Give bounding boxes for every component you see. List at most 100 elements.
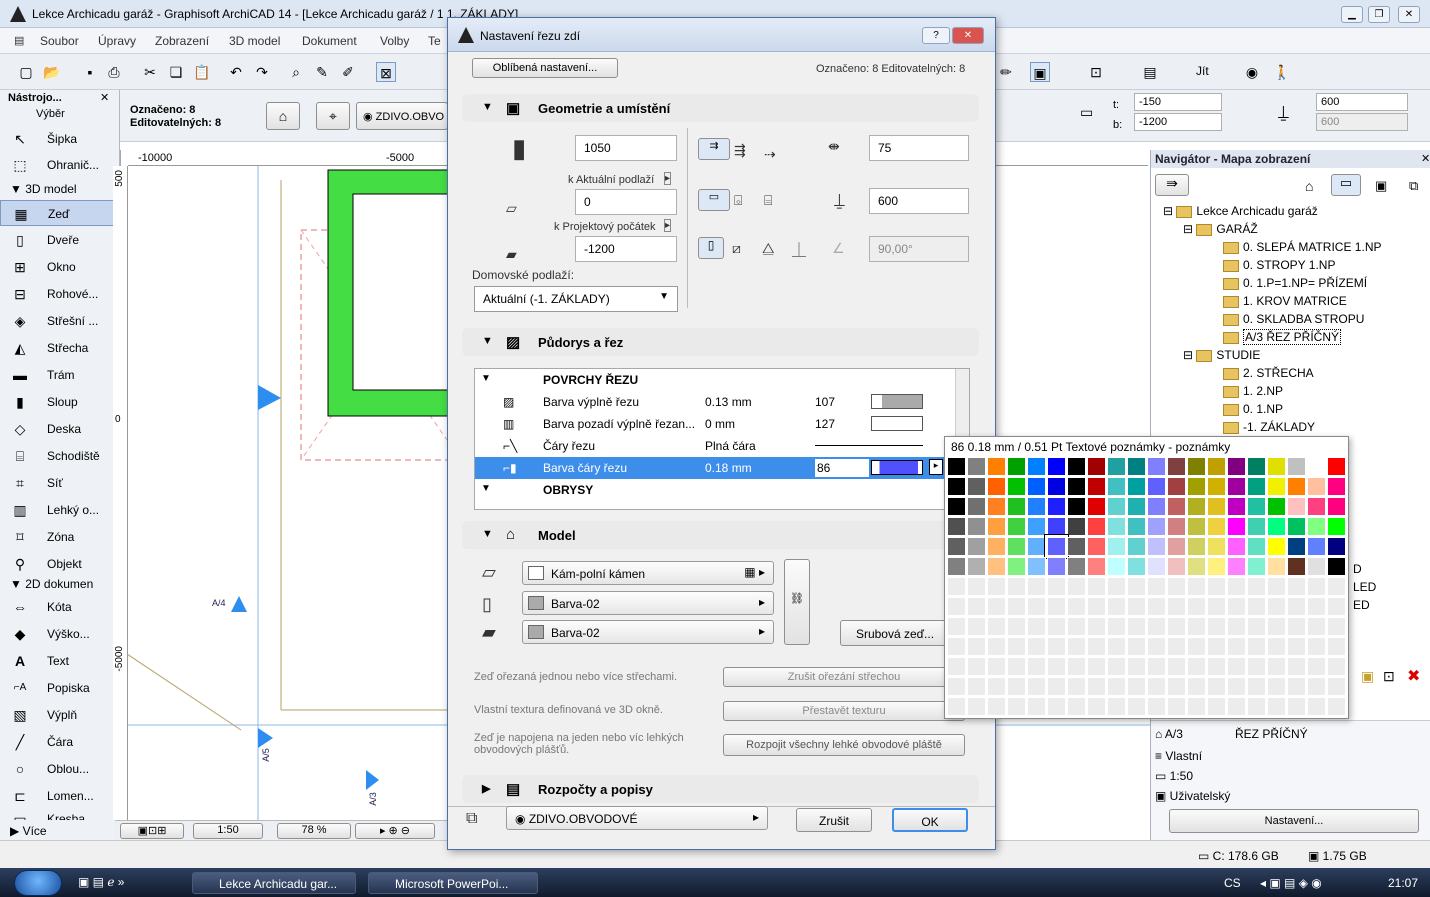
palette-empty-cell[interactable] — [1167, 637, 1186, 656]
palette-color-cell[interactable] — [1027, 537, 1046, 556]
palette-empty-cell[interactable] — [967, 597, 986, 616]
palette-color-cell[interactable] — [1167, 537, 1186, 556]
view-map-icon[interactable]: ▭ — [1331, 174, 1361, 196]
palette-empty-cell[interactable] — [1127, 617, 1146, 636]
palette-color-cell[interactable] — [967, 537, 986, 556]
tool-column[interactable]: ▮ Sloup — [0, 389, 116, 415]
palette-empty-cell[interactable] — [1327, 697, 1346, 716]
palette-color-cell[interactable] — [1067, 477, 1086, 496]
palette-empty-cell[interactable] — [1027, 637, 1046, 656]
gravity-icon[interactable]: ⊠ — [376, 62, 396, 82]
close-button[interactable]: ✕ — [1398, 6, 1420, 23]
palette-color-cell[interactable] — [1227, 537, 1246, 556]
palette-empty-cell[interactable] — [1087, 697, 1106, 716]
menu-edit[interactable]: Úpravy — [98, 34, 136, 48]
tool-slab[interactable]: ◇ Deska — [0, 416, 116, 442]
palette-color-cell[interactable] — [1287, 457, 1306, 476]
nav-folder-garaz[interactable]: ⊟ GARÁŽ — [1183, 222, 1258, 236]
section-plan-header[interactable]: ▼ ▨ Půdorys a řez — [462, 328, 979, 356]
palette-empty-cell[interactable] — [967, 637, 986, 656]
palette-empty-cell[interactable] — [1067, 597, 1086, 616]
palette-empty-cell[interactable] — [1267, 637, 1286, 656]
tool-skylight[interactable]: ◈ Střešní ... — [0, 308, 116, 334]
paste-icon[interactable]: 📋 — [192, 62, 212, 82]
palette-empty-cell[interactable] — [1287, 617, 1306, 636]
palette-empty-cell[interactable] — [1167, 577, 1186, 596]
palette-empty-cell[interactable] — [1087, 597, 1106, 616]
palette-color-cell[interactable] — [1007, 517, 1026, 536]
palette-color-cell[interactable] — [1287, 477, 1306, 496]
quicklaunch-icons[interactable]: ▣ ▤ ℯ » — [78, 875, 124, 889]
palette-color-cell[interactable] — [1127, 477, 1146, 496]
palette-color-cell[interactable] — [1027, 497, 1046, 516]
layout-icon[interactable]: ▣ — [1030, 62, 1050, 82]
palette-empty-cell[interactable] — [947, 577, 966, 596]
palette-empty-cell[interactable] — [1227, 637, 1246, 656]
palette-empty-cell[interactable] — [1327, 597, 1346, 616]
palette-empty-cell[interactable] — [1107, 597, 1126, 616]
palette-empty-cell[interactable] — [1127, 577, 1146, 596]
palette-empty-cell[interactable] — [1027, 677, 1046, 696]
chain-link-icon[interactable]: ⛓ — [784, 559, 810, 645]
palette-empty-cell[interactable] — [1027, 617, 1046, 636]
palette-color-cell[interactable] — [1127, 497, 1146, 516]
palette-empty-cell[interactable] — [1107, 677, 1126, 696]
palette-color-cell[interactable] — [1087, 497, 1106, 516]
palette-empty-cell[interactable] — [1267, 597, 1286, 616]
palette-color-cell[interactable] — [1127, 557, 1146, 576]
wall-thickness-field[interactable]: 75 — [869, 135, 969, 161]
nav-view-item[interactable]: 0. SKLADBA STROPU — [1223, 312, 1364, 326]
palette-empty-cell[interactable] — [1087, 617, 1106, 636]
palette-empty-cell[interactable] — [987, 657, 1006, 676]
palette-empty-cell[interactable] — [1267, 577, 1286, 596]
palette-empty-cell[interactable] — [1087, 577, 1106, 596]
palette-empty-cell[interactable] — [1147, 597, 1166, 616]
palette-empty-cell[interactable] — [1007, 677, 1026, 696]
palette-color-cell[interactable] — [1307, 457, 1326, 476]
palette-color-cell[interactable] — [1007, 557, 1026, 576]
palette-empty-cell[interactable] — [1127, 697, 1146, 716]
palette-empty-cell[interactable] — [1027, 697, 1046, 716]
palette-color-cell[interactable] — [1287, 517, 1306, 536]
palette-empty-cell[interactable] — [1147, 677, 1166, 696]
palette-color-cell[interactable] — [1327, 537, 1346, 556]
menu-document[interactable]: Dokument — [302, 34, 357, 48]
palette-color-cell[interactable] — [1147, 497, 1166, 516]
palette-color-cell[interactable] — [1307, 497, 1326, 516]
palette-color-cell[interactable] — [1267, 537, 1286, 556]
story-arrow-icon[interactable]: ▸ — [664, 172, 672, 185]
palette-empty-cell[interactable] — [987, 697, 1006, 716]
palette-color-cell[interactable] — [1107, 557, 1126, 576]
nav-view-item[interactable]: 0. 1.P=1.NP= PŘÍZEMÍ — [1223, 276, 1367, 290]
straight-wall-icon[interactable]: ▭ — [698, 189, 730, 211]
palette-empty-cell[interactable] — [1047, 697, 1066, 716]
palette-empty-cell[interactable] — [1067, 637, 1086, 656]
palette-empty-cell[interactable] — [1107, 657, 1126, 676]
palette-color-cell[interactable] — [1007, 497, 1026, 516]
palette-empty-cell[interactable] — [1107, 617, 1126, 636]
section-view-icon[interactable]: ⊡ — [1086, 62, 1106, 82]
palette-color-cell[interactable] — [1227, 517, 1246, 536]
pen-popup-arrow-icon[interactable]: ▸ — [929, 459, 943, 475]
palette-color-cell[interactable] — [987, 537, 1006, 556]
tool-beam[interactable]: ▬ Trám — [0, 362, 116, 388]
reference-line-inside-icon[interactable]: ⇢ — [764, 146, 776, 163]
find-icon[interactable]: ⌕ — [286, 62, 306, 82]
table-row[interactable]: ⌐╲ Čáry řezu Plná čára — [475, 435, 955, 457]
tool-line[interactable]: ╱ Čára — [0, 729, 116, 755]
copy-icon[interactable]: ❏ — [166, 62, 186, 82]
palette-color-cell[interactable] — [967, 477, 986, 496]
wall-settings-icon[interactable]: ⌂ — [266, 102, 300, 130]
layout-book-icon[interactable]: ▣ — [1375, 178, 1387, 194]
palette-color-cell[interactable] — [1207, 477, 1226, 496]
tool-drawing[interactable]: ▭ Kresba — [0, 806, 116, 820]
wall-height-field[interactable]: 1050 — [575, 135, 677, 161]
palette-empty-cell[interactable] — [1287, 597, 1306, 616]
palette-color-cell[interactable] — [1187, 477, 1206, 496]
palette-empty-cell[interactable] — [1307, 637, 1326, 656]
palette-color-cell[interactable] — [1167, 517, 1186, 536]
tool-fill[interactable]: ▧ Výplň — [0, 702, 116, 728]
top-offset-field[interactable]: -150 — [1134, 93, 1222, 111]
zoom-button[interactable]: 78 % — [277, 823, 351, 839]
palette-color-cell[interactable] — [1127, 457, 1146, 476]
